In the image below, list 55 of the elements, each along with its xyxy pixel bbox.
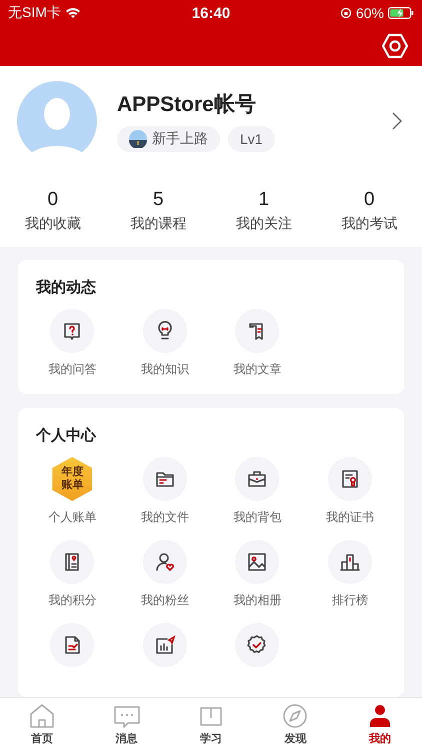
icon-circle[interactable] <box>142 623 187 667</box>
carrier-text: 无SIM卡 <box>8 4 61 22</box>
grid-item-label[interactable]: 我的问答 <box>48 361 96 378</box>
home-icon <box>28 702 56 730</box>
tab-bar-item[interactable]: 消息 <box>84 698 169 750</box>
icon-circle[interactable] <box>235 457 280 501</box>
grid-item-label[interactable]: 排行榜 <box>332 592 368 609</box>
stat-count[interactable]: 0 <box>364 189 375 211</box>
stat-count[interactable]: 1 <box>258 189 270 211</box>
stat-count[interactable]: 5 <box>152 189 164 211</box>
rotation-lock-icon <box>340 7 352 19</box>
stat-label[interactable]: 我的关注 <box>236 215 292 233</box>
grid-item-label[interactable]: 我的文件 <box>140 509 189 526</box>
tab-bar-item[interactable]: 首页 <box>0 698 84 750</box>
section-title: 个人中心 <box>34 426 98 445</box>
user-name: APPStore帐号 <box>117 92 257 118</box>
grid-item-label[interactable]: 我的文章 <box>233 361 282 378</box>
grid-item-label[interactable]: 我的相册 <box>233 592 282 609</box>
icon-circle[interactable] <box>142 309 187 353</box>
battery-percent: 60% <box>356 5 384 21</box>
clock-time: 16:40 <box>192 4 230 22</box>
avatar-icon <box>17 81 97 161</box>
settings-icon[interactable] <box>382 33 408 59</box>
wifi-icon <box>64 7 81 19</box>
road-icon <box>129 130 147 148</box>
compass-icon <box>281 702 310 730</box>
stat-label[interactable]: 我的考试 <box>341 215 398 233</box>
icon-circle[interactable] <box>328 457 372 501</box>
icon-circle[interactable] <box>142 540 187 584</box>
tag-label: 新手上路 <box>152 130 208 148</box>
icon-circle[interactable] <box>50 309 94 353</box>
icon-circle[interactable] <box>235 309 280 353</box>
grid-item-label[interactable]: 个人账单 <box>48 509 96 526</box>
grid-item-label[interactable]: 我的证书 <box>326 509 374 526</box>
tab-bar-item[interactable]: 学习 <box>168 698 254 750</box>
icon-circle[interactable] <box>50 540 94 584</box>
grid-item-label[interactable]: 我的知识 <box>140 361 189 378</box>
chevron-right-icon[interactable] <box>392 112 402 130</box>
icon-circle[interactable] <box>142 457 187 501</box>
icon-circle[interactable] <box>328 540 372 584</box>
stat-count[interactable]: 0 <box>47 189 58 211</box>
grid-item-label[interactable]: 我的背包 <box>233 509 282 526</box>
icon-circle[interactable] <box>235 623 280 667</box>
tag-label: Lv1 <box>240 131 263 147</box>
grid-item-label[interactable]: 我的粉丝 <box>140 592 189 609</box>
tab-bar-item[interactable]: 我的 <box>338 698 422 750</box>
annual-bill-badge[interactable]: 年度账单 <box>52 457 92 501</box>
grid-item-label[interactable]: 我的积分 <box>48 592 96 609</box>
stat-label[interactable]: 我的课程 <box>130 215 186 233</box>
section-title: 我的动态 <box>34 278 97 297</box>
icon-circle[interactable] <box>50 623 94 667</box>
icon-circle[interactable] <box>235 540 280 584</box>
tab-bar-item[interactable]: 发现 <box>253 698 338 750</box>
stat-label[interactable]: 我的收藏 <box>24 215 81 233</box>
battery-icon <box>388 7 414 19</box>
